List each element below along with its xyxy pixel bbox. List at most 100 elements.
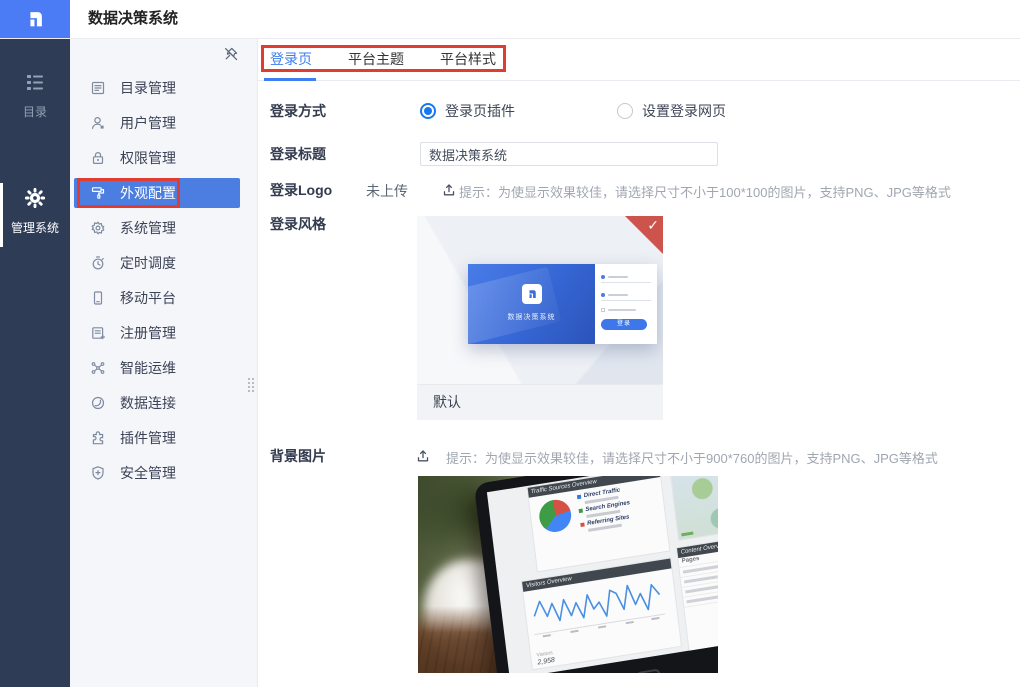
menu-item-label: 外观配置 xyxy=(120,184,176,201)
selected-check-icon: ✓ xyxy=(647,217,659,233)
tab-platform-theme[interactable]: 平台主题 xyxy=(348,38,404,80)
background-image-label: 背景图片 xyxy=(270,448,326,464)
radio-unselected-icon[interactable] xyxy=(617,103,633,119)
radio-label: 设置登录网页 xyxy=(642,103,726,119)
timer-icon xyxy=(92,255,104,269)
dashboard-traffic-panel: Traffic Sources Overview Direct Traffic … xyxy=(527,476,670,572)
gear-icon xyxy=(25,188,45,208)
user-mini-icon xyxy=(601,275,605,279)
menu-item-mobile-platform[interactable]: 移动平台 xyxy=(70,280,258,315)
thumbnail-banner: 数据决策系统 xyxy=(468,264,595,344)
link-icon xyxy=(91,396,105,409)
radio-login-webpage[interactable]: 设置登录网页 xyxy=(617,101,726,121)
directory-list-icon xyxy=(27,75,43,90)
pie-chart xyxy=(537,497,573,535)
menu-item-label: 数据连接 xyxy=(120,394,176,411)
menu-item-label: 目录管理 xyxy=(120,79,176,96)
dashboard-visitors-panel: Visitors Overview Visitors 2,958 xyxy=(522,558,682,670)
primary-sidebar: 目录 管理系统 xyxy=(0,38,70,687)
photo-tablet: Traffic Sources Overview Direct Traffic … xyxy=(473,476,718,673)
menu-item-data-connection[interactable]: 数据连接 xyxy=(70,385,258,420)
shield-plus-icon xyxy=(92,465,104,480)
login-style-label: 登录风格 xyxy=(270,216,326,232)
login-style-preview-area: 数据决策系统 登录 ✓ xyxy=(417,216,663,384)
sidebar-item-label: 管理系统 xyxy=(10,221,59,235)
login-mode-label: 登录方式 xyxy=(270,103,326,119)
login-page-thumbnail: 数据决策系统 登录 xyxy=(468,264,657,344)
menu-item-security-mgmt[interactable]: 安全管理 xyxy=(70,455,258,490)
menu-item-catalog-mgmt[interactable]: 目录管理 xyxy=(70,70,258,105)
sidebar-item-directory[interactable]: 目录 xyxy=(0,74,70,120)
photo-tablet-screen: Traffic Sources Overview Direct Traffic … xyxy=(486,476,718,673)
dashboard-map-panel: Map Overlay xyxy=(669,476,718,540)
menu-item-label: 定时调度 xyxy=(120,254,176,271)
tablet-home-button xyxy=(635,668,662,673)
login-title-label: 登录标题 xyxy=(270,146,326,162)
admin-menu-sidebar: 目录管理 用户管理 权限管理 外观配置 系统管理 定时调度 移动平台 注册管理 … xyxy=(70,38,258,687)
background-image-preview[interactable]: Traffic Sources Overview Direct Traffic … xyxy=(418,476,718,673)
sidebar-resize-handle[interactable] xyxy=(247,377,255,393)
page-title: 数据决策系统 xyxy=(88,10,179,27)
thumbnail-login-button: 登录 xyxy=(601,319,647,330)
map-body xyxy=(670,476,718,540)
unpin-icon[interactable] xyxy=(223,46,241,64)
menu-item-system-mgmt[interactable]: 系统管理 xyxy=(70,210,258,245)
thumbnail-username-field xyxy=(601,272,651,283)
menu-item-label: 权限管理 xyxy=(120,149,176,166)
logo-upload-hint: 提示：为使显示效果较佳，请选择尺寸不小于100*100的图片，支持PNG、JPG… xyxy=(459,185,951,200)
lock-mini-icon xyxy=(601,293,605,297)
checkbox-mini-icon xyxy=(601,308,605,312)
menu-item-label: 安全管理 xyxy=(120,464,176,481)
table-header: Pages xyxy=(681,555,700,565)
menu-item-intelligent-ops[interactable]: 智能运维 xyxy=(70,350,258,385)
menu-item-plugin-mgmt[interactable]: 插件管理 xyxy=(70,420,258,455)
brand-logo[interactable] xyxy=(0,0,70,38)
upload-icon[interactable] xyxy=(415,448,431,464)
dashboard-content-panel: Content Overview Pages xyxy=(677,532,718,657)
menu-item-label: 系统管理 xyxy=(120,219,176,236)
register-doc-icon xyxy=(92,326,105,339)
admin-menu: 目录管理 用户管理 权限管理 外观配置 系统管理 定时调度 移动平台 注册管理 … xyxy=(70,70,258,490)
paint-roller-icon xyxy=(91,186,105,199)
radio-selected-icon[interactable] xyxy=(420,103,436,119)
thumbnail-form: 登录 xyxy=(595,264,657,344)
pie-legend: Direct Traffic Search Engines Referring … xyxy=(576,481,664,536)
puzzle-icon xyxy=(92,430,104,444)
tab-platform-style[interactable]: 平台样式 xyxy=(440,38,496,80)
radio-login-plugin[interactable]: 登录页插件 xyxy=(420,101,515,121)
style-option-name: 默认 xyxy=(417,384,663,420)
thumbnail-title: 数据决策系统 xyxy=(507,314,556,321)
user-icon xyxy=(92,116,104,129)
catalog-icon xyxy=(91,81,105,94)
main-content: 登录页 平台主题 平台样式 登录方式 登录页插件 设置登录网页 登录标题 登录L… xyxy=(258,38,1020,687)
upload-icon[interactable] xyxy=(441,182,457,198)
menu-item-label: 用户管理 xyxy=(120,114,176,131)
menu-item-user-mgmt[interactable]: 用户管理 xyxy=(70,105,258,140)
menu-item-appearance-config[interactable]: 外观配置 xyxy=(74,177,240,208)
thumbnail-password-field xyxy=(601,290,651,301)
lock-icon xyxy=(92,151,104,164)
thumbnail-remember-row xyxy=(601,308,651,312)
menu-item-scheduler[interactable]: 定时调度 xyxy=(70,245,258,280)
tab-login-page[interactable]: 登录页 xyxy=(264,38,316,81)
tab-bar: 登录页 平台主题 平台样式 xyxy=(258,38,1020,81)
login-mode-radio-group: 登录页插件 设置登录网页 xyxy=(420,101,726,121)
mobile-icon xyxy=(93,290,103,305)
sidebar-item-label: 目录 xyxy=(22,105,47,119)
menu-item-registration-mgmt[interactable]: 注册管理 xyxy=(70,315,258,350)
gear-outline-icon xyxy=(91,221,105,234)
menu-item-label: 插件管理 xyxy=(120,429,176,446)
menu-item-permission-mgmt[interactable]: 权限管理 xyxy=(70,140,258,175)
logo-upload-status[interactable]: 未上传 xyxy=(366,181,408,201)
login-title-input[interactable] xyxy=(420,142,718,166)
login-logo-label: 登录Logo xyxy=(270,182,333,198)
login-style-option-default[interactable]: 数据决策系统 登录 ✓ 默认 xyxy=(417,216,663,420)
menu-item-label: 智能运维 xyxy=(120,359,176,376)
nodes-icon xyxy=(91,361,105,374)
radio-label: 登录页插件 xyxy=(445,103,515,119)
sidebar-item-admin-system[interactable]: 管理系统 xyxy=(0,188,70,236)
appearance-config-page: 数据决策系统 目录 管理系统 目录管理 用户管理 权限管理 外观配置 系统管理 … xyxy=(0,0,1020,687)
background-upload-hint: 提示：为使显示效果较佳，请选择尺寸不小于900*760的图片，支持PNG、JPG… xyxy=(446,451,938,466)
brand-logo-icon xyxy=(30,12,42,27)
menu-item-label: 注册管理 xyxy=(120,324,176,341)
